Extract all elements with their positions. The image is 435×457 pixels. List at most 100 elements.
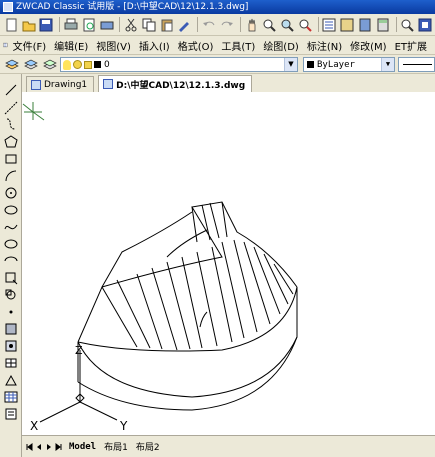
model-space-drawing: X Y Z — [22, 102, 298, 433]
menu-bar: 文件(F) 编辑(E) 视图(V) 插入(I) 格式(O) 工具(T) 绘图(D… — [0, 36, 435, 55]
layout-tabs-bar: Model 布局1 布局2 — [22, 435, 435, 457]
design-center-icon[interactable] — [339, 16, 355, 33]
cut-icon[interactable] — [123, 16, 139, 33]
toolbar-separator — [317, 17, 319, 32]
crosshair-cursor-icon — [22, 102, 45, 121]
linetype-dropdown[interactable] — [398, 57, 435, 72]
boundary-tool-icon[interactable] — [3, 372, 19, 388]
plot-icon[interactable] — [99, 16, 115, 33]
copy-icon[interactable] — [141, 16, 157, 33]
save-icon[interactable] — [39, 16, 55, 33]
arc-tool-icon[interactable] — [3, 168, 19, 184]
previous-tab-icon[interactable] — [34, 442, 43, 451]
dwg-file-icon — [103, 79, 114, 89]
chevron-down-icon[interactable]: ▼ — [381, 58, 394, 71]
match-properties-icon[interactable] — [177, 16, 193, 33]
insert-block-icon[interactable] — [3, 270, 19, 286]
standard-toolbar — [0, 14, 435, 36]
dwg-file-icon — [31, 79, 41, 90]
revision-cloud-icon[interactable] — [3, 202, 19, 218]
menu-file[interactable]: 文件(F) — [13, 38, 47, 53]
construction-line-icon[interactable] — [3, 100, 19, 116]
staircase-wireframe — [77, 201, 298, 411]
paste-icon[interactable] — [159, 16, 175, 33]
spline-tool-icon[interactable] — [3, 219, 19, 235]
document-icon — [3, 42, 8, 48]
layer-state-icon[interactable] — [41, 56, 58, 73]
toolbar-separator — [197, 17, 199, 32]
tab-layout1[interactable]: 布局1 — [101, 440, 131, 454]
menu-insert[interactable]: 插入(I) — [139, 38, 170, 53]
layer-on-icon — [63, 59, 71, 70]
chevron-down-icon[interactable]: ▼ — [284, 58, 297, 71]
app-logo-icon — [3, 2, 13, 12]
calculator-icon[interactable] — [375, 16, 391, 33]
line-tool-icon[interactable] — [3, 82, 19, 98]
polygon-tool-icon[interactable] — [3, 134, 19, 150]
layer-manager-icon[interactable] — [3, 56, 20, 73]
tab-layout2[interactable]: 布局2 — [133, 440, 163, 454]
zoom-previous-icon[interactable] — [297, 16, 313, 33]
menu-et-extension[interactable]: ET扩展 — [395, 38, 427, 53]
drawing-canvas[interactable]: X Y Z — [22, 92, 435, 435]
point-tool-icon[interactable] — [3, 304, 19, 320]
print-icon[interactable] — [63, 16, 79, 33]
help-icon[interactable] — [400, 16, 416, 33]
properties-icon[interactable] — [322, 16, 338, 33]
polyline-tool-icon[interactable] — [3, 116, 19, 132]
tab-drawing1[interactable]: Drawing1 — [26, 76, 95, 92]
axis-x-label: X — [30, 419, 38, 433]
layer-dropdown[interactable]: 0 ▼ — [60, 57, 298, 72]
redo-icon[interactable] — [219, 16, 235, 33]
table-tool-icon[interactable] — [3, 355, 19, 371]
hatch-tool-icon[interactable] — [3, 321, 19, 337]
menu-dimension[interactable]: 标注(N) — [307, 38, 342, 53]
color-swatch — [307, 61, 314, 68]
ellipse-tool-icon[interactable] — [3, 236, 19, 252]
menu-format[interactable]: 格式(O) — [178, 38, 214, 53]
mtext-tool-icon[interactable] — [3, 406, 19, 422]
menu-tools[interactable]: 工具(T) — [221, 38, 255, 53]
zoom-realtime-icon[interactable] — [261, 16, 277, 33]
axis-y-label: Y — [119, 419, 128, 433]
layer-toolbar: 0 ▼ ByLayer ▼ — [0, 55, 435, 74]
print-preview-icon[interactable] — [81, 16, 97, 33]
layer-color-swatch — [94, 61, 101, 68]
undo-icon[interactable] — [201, 16, 217, 33]
next-tab-icon[interactable] — [44, 442, 53, 451]
axis-z-label: Z — [75, 344, 83, 357]
tab-model[interactable]: Model — [66, 440, 99, 454]
menu-edit[interactable]: 编辑(E) — [54, 38, 88, 53]
region-tool-icon[interactable] — [3, 338, 19, 354]
color-dropdown[interactable]: ByLayer ▼ — [303, 57, 395, 72]
tab-active-document[interactable]: D:\中望CAD\12\12.1.3.dwg — [98, 75, 253, 92]
pan-icon[interactable] — [244, 16, 260, 33]
layer-previous-icon[interactable] — [22, 56, 39, 73]
menu-view[interactable]: 视图(V) — [96, 38, 131, 53]
last-tab-icon[interactable] — [54, 442, 63, 451]
menu-draw[interactable]: 绘图(D) — [263, 38, 299, 53]
tab-label: D:\中望CAD\12\12.1.3.dwg — [116, 80, 246, 91]
tool-palette-icon[interactable] — [357, 16, 373, 33]
make-block-icon[interactable] — [3, 287, 19, 303]
layer-lock-icon — [84, 60, 92, 69]
tab-label: Drawing1 — [44, 79, 88, 90]
zoom-window-icon[interactable] — [279, 16, 295, 33]
window-title: ZWCAD Classic 试用版 - [D:\中望CAD\12\12.1.3.… — [16, 2, 249, 12]
rectangle-tool-icon[interactable] — [3, 151, 19, 167]
new-icon[interactable] — [3, 16, 19, 33]
layer-freeze-icon — [73, 60, 82, 69]
linetype-preview — [403, 64, 432, 65]
draw-toolbar — [0, 74, 22, 457]
table-grid-icon[interactable] — [3, 389, 19, 405]
toolbar-separator — [59, 17, 61, 32]
open-icon[interactable] — [21, 16, 37, 33]
toolbar-separator — [395, 17, 397, 32]
circle-tool-icon[interactable] — [3, 185, 19, 201]
extra-icon[interactable] — [417, 16, 433, 33]
toolbar-separator — [119, 17, 121, 32]
title-bar: ZWCAD Classic 试用版 - [D:\中望CAD\12\12.1.3.… — [0, 0, 435, 14]
menu-modify[interactable]: 修改(M) — [350, 38, 386, 53]
first-tab-icon[interactable] — [24, 442, 33, 451]
ellipse-arc-icon[interactable] — [3, 253, 19, 269]
